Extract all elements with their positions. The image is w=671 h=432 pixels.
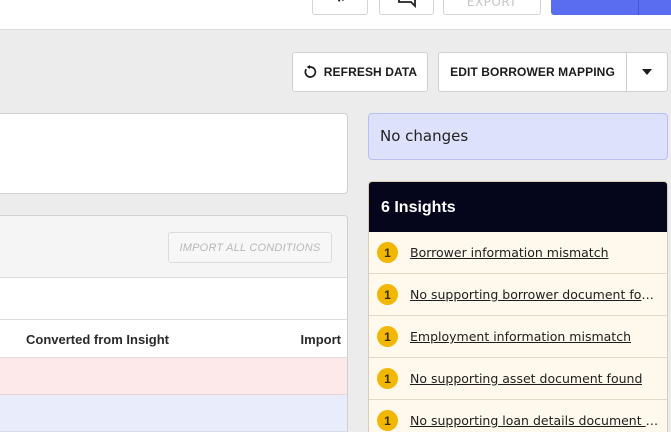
conditions-filter-row: [0, 278, 347, 320]
spinner-button[interactable]: [312, 0, 368, 15]
mapping-dropdown-button[interactable]: [626, 52, 668, 92]
insight-item[interactable]: 1 Borrower information mismatch: [369, 232, 667, 274]
refresh-icon: [304, 65, 316, 78]
insight-count-badge: 1: [377, 242, 398, 263]
column-converted-from-insight: Converted from Insight: [26, 332, 170, 347]
primary-action-button[interactable]: [551, 0, 671, 15]
comment-icon: [397, 0, 416, 8]
conditions-header: IMPORT ALL CONDITIONS: [0, 216, 347, 278]
primary-action-divider: [638, 0, 639, 15]
insight-item[interactable]: 1 No supporting asset document found: [369, 358, 667, 400]
refresh-data-button[interactable]: REFRESH DATA: [292, 52, 428, 92]
refresh-data-label: REFRESH DATA: [323, 65, 418, 79]
insight-link[interactable]: Borrower information mismatch: [410, 245, 609, 260]
status-banner: No changes: [368, 113, 668, 160]
insight-count-badge: 1: [377, 284, 398, 305]
insight-count-badge: 1: [377, 326, 398, 347]
summary-panel: [0, 113, 348, 194]
conditions-column-header: Converted from Insight Import: [0, 320, 347, 358]
edit-borrower-mapping-button[interactable]: EDIT BORROWER MAPPING: [438, 52, 627, 92]
insight-link[interactable]: No supporting borrower document found: [410, 287, 660, 302]
export-button[interactable]: EXPORT: [443, 0, 541, 15]
table-row[interactable]: [0, 395, 347, 432]
edit-borrower-mapping-label: EDIT BORROWER MAPPING: [450, 65, 615, 79]
insight-item[interactable]: 1 No supporting borrower document found: [369, 274, 667, 316]
conditions-panel: IMPORT ALL CONDITIONS Converted from Ins…: [0, 215, 348, 432]
top-bar: EXPORT: [0, 0, 671, 30]
column-import: Import: [300, 332, 341, 347]
spinner-icon: [335, 0, 345, 2]
insights-title: 6 Insights: [381, 199, 456, 216]
insight-count-badge: 1: [377, 410, 398, 431]
comment-button[interactable]: [379, 0, 434, 15]
insight-item[interactable]: 1 Employment information mismatch: [369, 316, 667, 358]
caret-down-icon: [642, 69, 652, 75]
insight-link[interactable]: Employment information mismatch: [410, 329, 631, 344]
insight-link[interactable]: No supporting asset document found: [410, 371, 642, 386]
insights-panel: 6 Insights 1 Borrower information mismat…: [368, 181, 668, 432]
insight-link[interactable]: No supporting loan details document foun…: [410, 413, 660, 428]
table-row[interactable]: [0, 358, 347, 395]
insight-count-badge: 1: [377, 368, 398, 389]
insights-header: 6 Insights: [369, 182, 667, 232]
import-all-conditions-button[interactable]: IMPORT ALL CONDITIONS: [168, 232, 332, 263]
status-text: No changes: [380, 127, 469, 145]
insight-item[interactable]: 1 No supporting loan details document fo…: [369, 400, 667, 432]
